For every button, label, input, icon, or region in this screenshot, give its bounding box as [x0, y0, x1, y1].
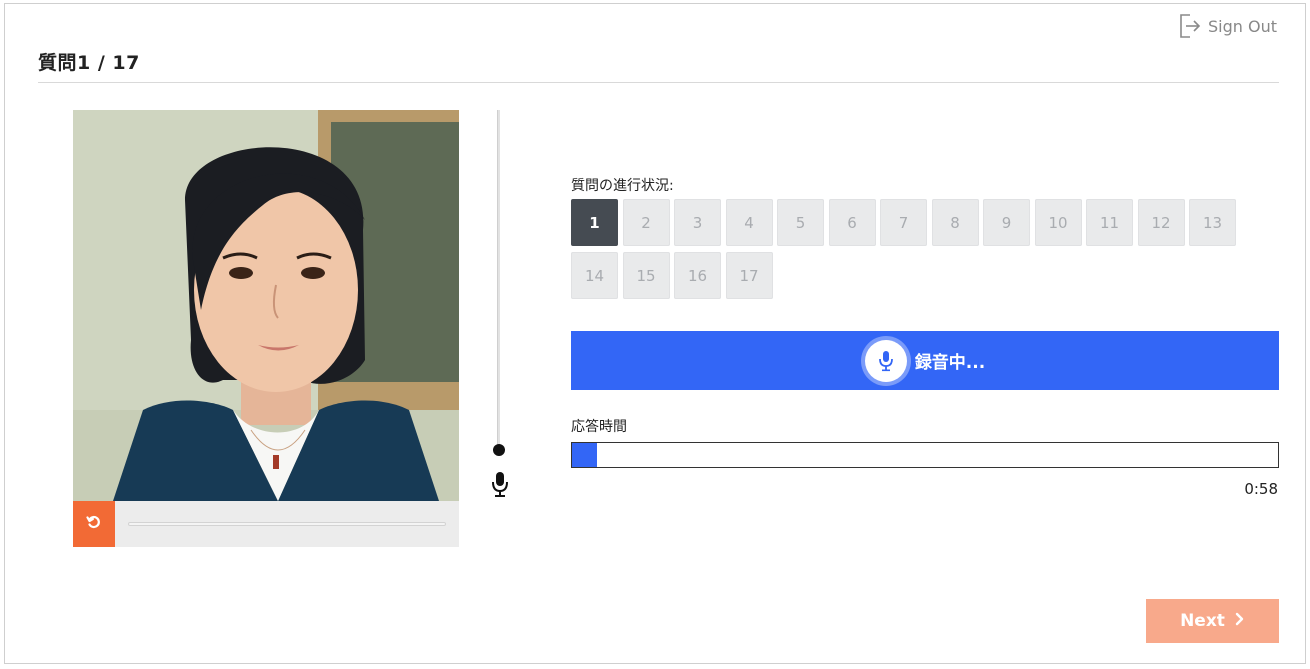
chevron-right-icon [1235, 611, 1245, 631]
recording-label: 録音中... [914, 353, 986, 373]
next-label: Next [1180, 611, 1225, 631]
mic-level-indicator [493, 444, 505, 456]
question-step-17: 17 [725, 252, 773, 299]
microphone-icon [490, 470, 510, 498]
header-divider [38, 82, 1279, 83]
answer-time-progress [571, 442, 1279, 468]
question-step-10: 10 [1034, 199, 1082, 246]
question-step-5: 5 [777, 199, 824, 246]
interviewer-video [73, 110, 459, 501]
video-seek-bar[interactable] [128, 522, 446, 526]
sign-out-link[interactable]: Sign Out [1178, 12, 1277, 40]
replay-button[interactable] [73, 501, 115, 547]
answer-time-label: 応答時間 [571, 419, 627, 435]
question-step-9: 9 [983, 199, 1030, 246]
question-step-8: 8 [931, 199, 979, 246]
question-step-4: 4 [725, 199, 773, 246]
question-step-14: 14 [571, 252, 618, 299]
sign-out-label: Sign Out [1208, 16, 1277, 36]
next-button[interactable]: Next [1146, 599, 1279, 643]
question-title: 質問1 / 17 [38, 52, 140, 74]
question-step-11: 11 [1086, 199, 1133, 246]
answer-time-fill [572, 443, 597, 467]
replay-icon [86, 514, 102, 534]
time-remaining: 0:58 [1244, 480, 1278, 498]
recording-status-button[interactable]: 録音中... [571, 331, 1279, 390]
question-step-1[interactable]: 1 [571, 199, 618, 246]
question-step-7: 7 [880, 199, 927, 246]
sign-out-icon [1178, 13, 1202, 39]
microphone-icon [864, 339, 907, 382]
progress-label: 質問の進行状況: [571, 178, 674, 194]
mic-level-track [497, 110, 500, 452]
question-step-3: 3 [674, 199, 721, 246]
question-step-15: 15 [622, 252, 670, 299]
question-step-2: 2 [622, 199, 670, 246]
question-step-6: 6 [828, 199, 876, 246]
question-step-13: 13 [1189, 199, 1236, 246]
video-controls [73, 501, 459, 547]
question-step-16: 16 [674, 252, 721, 299]
question-progress-grid: 1 2 3 4 5 6 7 8 9 10 11 12 13 14 15 16 1… [571, 199, 1251, 299]
question-step-12: 12 [1137, 199, 1185, 246]
